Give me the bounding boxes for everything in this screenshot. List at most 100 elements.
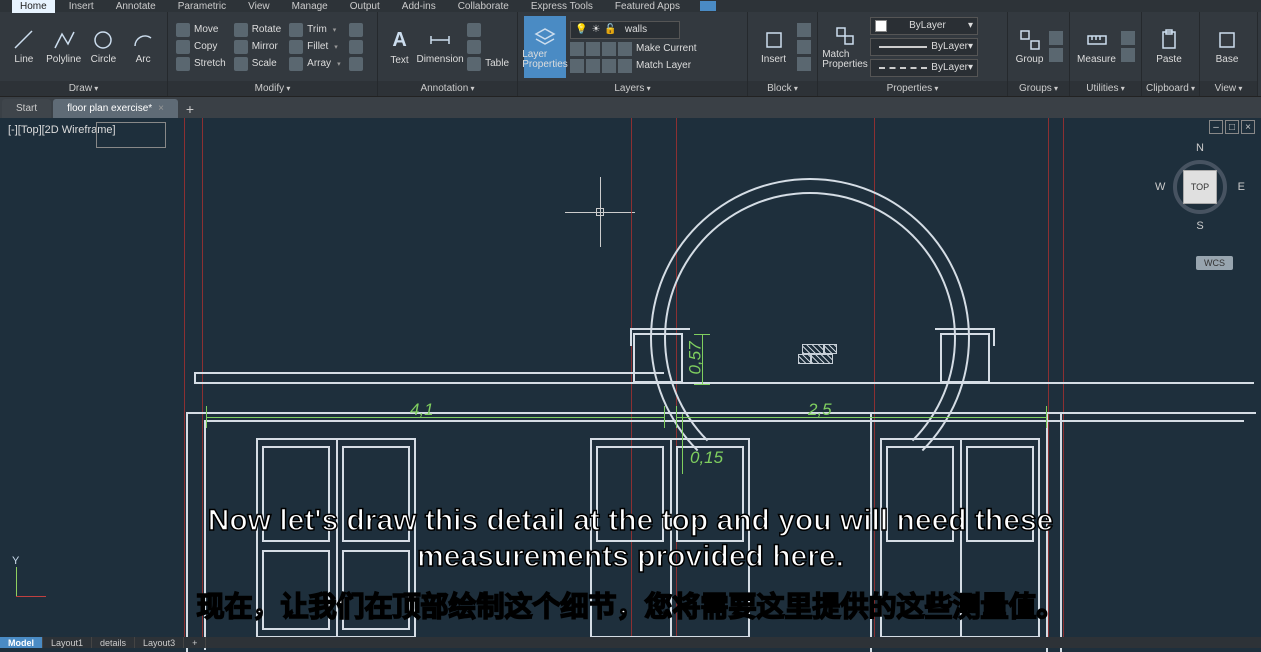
stretch-button[interactable]: Stretch (174, 57, 228, 71)
layer-tool6[interactable] (586, 59, 600, 73)
layout-1[interactable]: Layout1 (43, 637, 92, 648)
panel-clipboard-title[interactable]: Clipboard (1142, 81, 1199, 96)
layout-add[interactable]: + (184, 637, 206, 648)
block-tool3[interactable] (797, 57, 811, 71)
panel-draw-title[interactable]: Draw (0, 81, 167, 96)
group-button[interactable]: Group (1014, 16, 1045, 78)
layout-3[interactable]: Layout3 (135, 637, 184, 648)
sun-icon: ☀ (591, 24, 600, 35)
line-button[interactable]: Line (6, 16, 42, 78)
layer-tool4[interactable] (618, 42, 632, 56)
menu-annotate[interactable]: Annotate (108, 0, 164, 13)
measure-button[interactable]: Measure (1076, 16, 1117, 78)
viewcube-e[interactable]: E (1238, 181, 1245, 193)
panel-properties-title[interactable]: Properties (818, 81, 1007, 96)
wcs-label[interactable]: WCS (1196, 256, 1233, 270)
drawing-canvas[interactable]: [-][Top][2D Wireframe] – □ × N S W E TOP… (0, 118, 1261, 637)
menu-parametric[interactable]: Parametric (170, 0, 234, 13)
insert-button[interactable]: Insert (754, 16, 793, 78)
panel-groups-title[interactable]: Groups (1008, 81, 1069, 96)
minimize-btn[interactable]: – (1209, 120, 1223, 134)
block-tool1[interactable] (797, 23, 811, 37)
group-tool2[interactable] (1049, 48, 1063, 62)
wline (194, 372, 196, 384)
menu-output[interactable]: Output (342, 0, 388, 13)
layer-properties-button[interactable]: Layer Properties (524, 16, 566, 78)
wline (630, 328, 632, 346)
line-icon (12, 28, 36, 52)
panel-modify-title[interactable]: Modify (168, 81, 377, 96)
layer-selector[interactable]: 💡☀🔓walls (570, 21, 680, 39)
lineweight-selector[interactable]: ByLayer▾ (870, 38, 978, 56)
menu-insert[interactable]: Insert (61, 0, 102, 13)
arc-button[interactable]: Arc (125, 16, 161, 78)
hatch (798, 354, 811, 364)
block-tool2[interactable] (797, 40, 811, 54)
viewcube-n[interactable]: N (1196, 142, 1204, 154)
mirror-button[interactable]: Mirror (232, 40, 283, 54)
text-button[interactable]: AText (384, 16, 415, 78)
linetype-selector[interactable]: ByLayer▾ (870, 59, 978, 77)
rotate-button[interactable]: Rotate (232, 23, 283, 37)
panel-view-title[interactable]: View (1200, 81, 1257, 96)
match-layer-button[interactable]: Match Layer (634, 59, 693, 73)
layer-tool7[interactable] (602, 59, 616, 73)
hatch (824, 344, 837, 354)
menu-expresstools[interactable]: Express Tools (523, 0, 601, 13)
color-selector[interactable]: ByLayer▾ (870, 17, 978, 35)
leader-button[interactable] (465, 23, 511, 37)
close-icon[interactable]: × (158, 103, 164, 114)
panel-view: Base View (1200, 12, 1258, 96)
modify-extra2[interactable] (347, 40, 365, 54)
layout-model[interactable]: Model (0, 637, 43, 648)
close-btn[interactable]: × (1241, 120, 1255, 134)
hatch (802, 344, 824, 354)
menu-dropdown-icon[interactable] (700, 1, 716, 11)
layout-details[interactable]: details (92, 637, 135, 648)
menu-view[interactable]: View (240, 0, 278, 13)
panel-utilities-title[interactable]: Utilities (1070, 81, 1141, 96)
layer-tool3[interactable] (602, 42, 616, 56)
viewcube-s[interactable]: S (1196, 220, 1203, 232)
table-button[interactable]: Table (465, 57, 511, 71)
layer-tool8[interactable] (618, 59, 632, 73)
array-button[interactable]: Array▾ (287, 57, 342, 71)
paste-button[interactable]: Paste (1148, 16, 1190, 78)
util-tool2[interactable] (1121, 48, 1135, 62)
layer-tool5[interactable] (570, 59, 584, 73)
tab-add-button[interactable]: + (180, 100, 200, 118)
match-properties-button[interactable]: Match Properties (824, 16, 866, 78)
menu-manage[interactable]: Manage (284, 0, 336, 13)
modify-extra1[interactable] (347, 23, 365, 37)
anno-extra[interactable] (465, 40, 511, 54)
move-button[interactable]: Move (174, 23, 228, 37)
viewcube[interactable]: N S W E TOP (1155, 142, 1245, 232)
panel-block-title[interactable]: Block (748, 81, 817, 96)
util-tool1[interactable] (1121, 31, 1135, 45)
fillet-button[interactable]: Fillet▾ (287, 40, 342, 54)
panel-layers-title[interactable]: Layers (518, 81, 747, 96)
layer-tool2[interactable] (586, 42, 600, 56)
tab-start[interactable]: Start (2, 99, 51, 118)
viewcube-w[interactable]: W (1155, 181, 1165, 193)
scale-button[interactable]: Scale (232, 57, 283, 71)
menu-home[interactable]: Home (12, 0, 55, 13)
menu-addins[interactable]: Add-ins (394, 0, 444, 13)
trim-button[interactable]: Trim▾ (287, 23, 342, 37)
menu-collaborate[interactable]: Collaborate (450, 0, 517, 13)
group-tool1[interactable] (1049, 31, 1063, 45)
copy-button[interactable]: Copy (174, 40, 228, 54)
layer-tool1[interactable] (570, 42, 584, 56)
viewcube-face[interactable]: TOP (1183, 170, 1217, 204)
dimension-button[interactable]: Dimension (419, 16, 461, 78)
base-button[interactable]: Base (1206, 16, 1248, 78)
modify-extra3[interactable] (347, 57, 365, 71)
make-current-button[interactable]: Make Current (634, 42, 699, 56)
circle-button[interactable]: Circle (86, 16, 122, 78)
panel-annotation-title[interactable]: Annotation (378, 81, 517, 96)
menu-featuredapps[interactable]: Featured Apps (607, 0, 688, 13)
tab-current-file[interactable]: floor plan exercise*× (53, 99, 178, 118)
insert-icon (762, 28, 786, 52)
polyline-button[interactable]: Polyline (46, 16, 82, 78)
maximize-btn[interactable]: □ (1225, 120, 1239, 134)
